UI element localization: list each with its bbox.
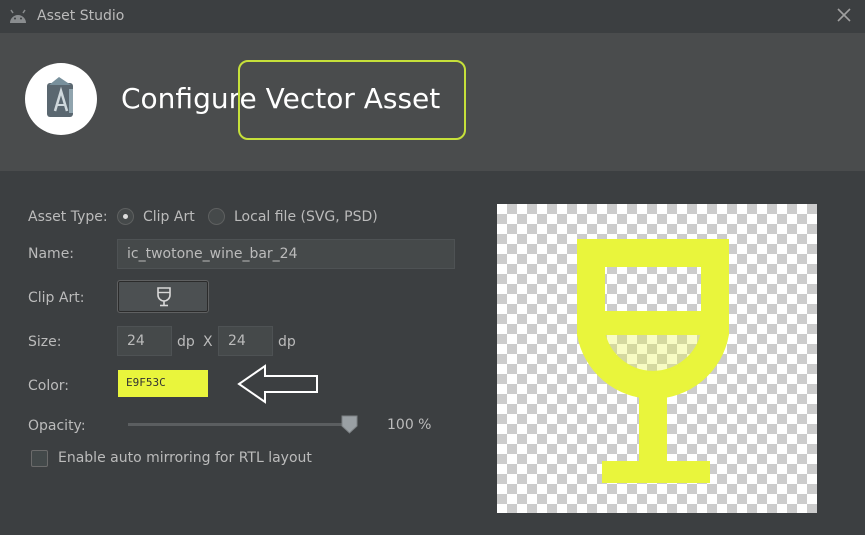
opacity-label: Opacity:: [28, 418, 86, 434]
color-hex-value: E9F53C: [126, 376, 166, 389]
name-label: Name:: [28, 246, 75, 262]
auto-mirroring-checkbox[interactable]: [31, 450, 48, 467]
opacity-slider-track[interactable]: [128, 423, 350, 426]
radio-local-file[interactable]: [208, 208, 225, 225]
width-unit: dp: [177, 334, 195, 350]
opacity-slider-thumb[interactable]: [341, 415, 358, 434]
color-label: Color:: [28, 378, 70, 394]
asset-type-label: Asset Type:: [28, 209, 108, 225]
annotation-arrow-icon: [237, 364, 318, 404]
vector-preview: [497, 204, 817, 513]
close-icon[interactable]: [835, 6, 853, 24]
opacity-value: 100 %: [387, 417, 432, 433]
radio-local-file-label[interactable]: Local file (SVG, PSD): [234, 209, 378, 225]
title-bar: Asset Studio: [0, 0, 865, 33]
android-icon: [10, 9, 26, 23]
size-label: Size:: [28, 334, 62, 350]
android-studio-icon: [47, 77, 73, 117]
width-input[interactable]: 24: [117, 326, 172, 356]
window-title: Asset Studio: [37, 8, 125, 24]
clip-art-button[interactable]: [117, 280, 209, 313]
radio-clip-art[interactable]: [117, 208, 134, 225]
annotation-highlight-box: [238, 60, 466, 140]
name-input[interactable]: ic_twotone_wine_bar_24: [117, 239, 455, 269]
wine-bar-icon: [157, 287, 171, 307]
asset-form: Asset Type: Clip Art Local file (SVG, PS…: [0, 171, 480, 535]
clip-art-label: Clip Art:: [28, 290, 85, 306]
android-studio-logo: [25, 63, 97, 135]
height-input[interactable]: 24: [218, 326, 273, 356]
dialog-header: Configure Vector Asset: [0, 33, 865, 171]
auto-mirroring-label[interactable]: Enable auto mirroring for RTL layout: [58, 450, 312, 466]
radio-clip-art-label[interactable]: Clip Art: [143, 209, 195, 225]
color-picker-swatch[interactable]: E9F53C: [118, 370, 208, 397]
wine-bar-preview-icon: [577, 239, 729, 483]
size-separator: X: [203, 334, 213, 350]
height-unit: dp: [278, 334, 296, 350]
